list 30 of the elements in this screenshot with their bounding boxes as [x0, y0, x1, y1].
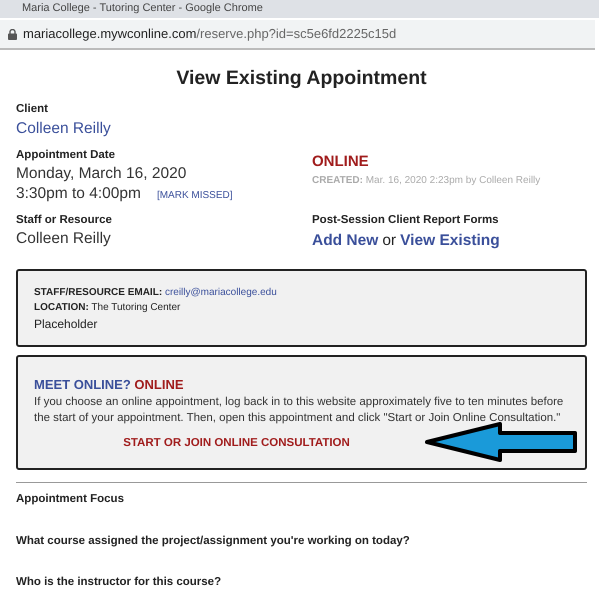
staff-name: Colleen Reilly [16, 229, 112, 250]
field-label: Post-Session Client Report Forms [312, 213, 500, 228]
question-label: Appointment Focus [16, 492, 125, 508]
lock-icon [8, 28, 17, 40]
client-link[interactable]: Colleen Reilly [16, 118, 587, 139]
field-label: Client [16, 102, 49, 118]
info-line: LOCATION: The Tutoring Center [34, 300, 182, 315]
panel-heading: MEET ONLINE? ONLINE [34, 376, 185, 394]
field-label: Appointment Date [16, 148, 116, 163]
mark-missed-link[interactable]: [MARK MISSED] [156, 188, 233, 204]
separator-text: or [382, 231, 396, 252]
instructions-text: If you choose an online appointment, log back in to this website approximately five to ten minutes before the start of your appointment. Then, open this appointment and click "Start or Join Online Consultation." [34, 395, 564, 426]
field-label: STAFF/RESOURCE EMAIL: [34, 286, 162, 298]
status-text: ONLINE [312, 152, 370, 172]
address-bar[interactable]: mariacollege.mywconline.com/reserve.php?id=sc5e6fd2225c15d [0, 20, 595, 50]
add-new-link[interactable]: Add New [312, 229, 378, 253]
consultation-link[interactable]: START OR JOIN ONLINE CONSULTATION [123, 437, 350, 450]
question-label: Who is the instructor for this course? [16, 574, 222, 590]
url-text: mariacollege.mywconline.com/reserve.php?id=sc5e6fd2225c15d [23, 25, 396, 44]
date-text: Monday, March 16, 2020 [16, 164, 188, 184]
email-link[interactable]: creilly@mariacollege.edu [164, 286, 277, 298]
created-text: CREATED: Mar. 16, 2020 2:23pm by Colleen Reilly [312, 174, 540, 188]
window-title: Maria College - Tutoring Center - Google Chrome [22, 2, 263, 14]
field-label: Staff or Resource [16, 213, 113, 228]
page-title: View Existing Appointment [175, 66, 428, 91]
question-label: What course assigned the project/assignment you're working on today? [16, 534, 411, 549]
note-text: Placeholder [34, 316, 98, 333]
arrow-icon [424, 421, 579, 464]
view-existing-link[interactable]: View Existing [400, 229, 500, 253]
time-text: 3:30pm to 4:00pm [16, 184, 141, 204]
